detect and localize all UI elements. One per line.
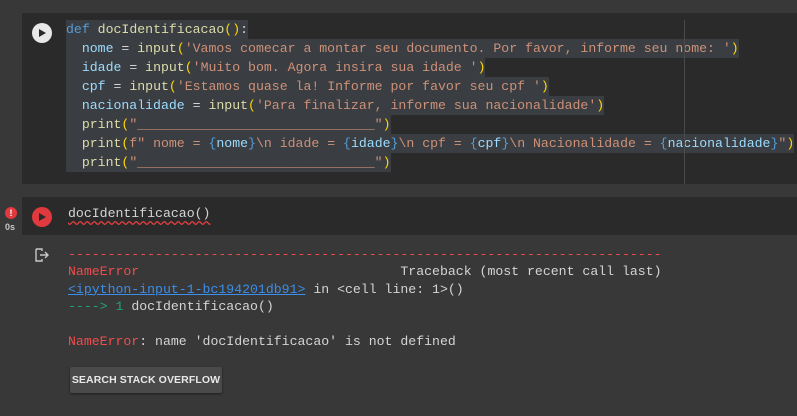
code-editor[interactable]: def docIdentificacao(): nome = input('Va… (66, 20, 797, 184)
code-line: cpf = input('Estamos quase la! Informe p… (66, 77, 549, 96)
line-length-ruler (684, 20, 685, 184)
code-line: nome = input('Vamos comecar a montar seu… (66, 39, 739, 58)
traceback-divider: ----------------------------------------… (68, 247, 662, 262)
run-cell-error-button[interactable] (32, 207, 52, 227)
code-line: nacionalidade = input('Para finalizar, i… (66, 96, 605, 115)
play-icon (39, 213, 46, 221)
traceback-file-link[interactable]: <ipython-input-1-bc194201db91> (68, 282, 305, 297)
code-line: def docIdentificacao(): (66, 20, 249, 39)
traceback-code: docIdentificacao() (123, 299, 274, 315)
error-message-type: NameError (68, 334, 140, 350)
traceback-location: in <cell line: 1>() (305, 281, 464, 297)
cell-output: ----------------------------------------… (68, 246, 662, 350)
error-message: : name 'docIdentificacao' is not defined (139, 334, 456, 350)
error-badge: ! (5, 207, 17, 219)
execution-time: 0s (5, 222, 16, 232)
code-line: idade = input('Muito bom. Agora insira s… (66, 58, 486, 77)
code-line: print("______________________________") (66, 153, 391, 172)
play-icon (39, 29, 46, 37)
traceback-label: Traceback (most recent call last) (400, 264, 662, 280)
code-line: print("______________________________") (66, 115, 391, 134)
output-menu-icon[interactable] (35, 248, 49, 262)
traceback-arrow: ----> 1 (68, 299, 124, 315)
error-type: NameError (68, 264, 140, 280)
run-cell-button[interactable] (32, 23, 52, 43)
code-cell-2[interactable]: docIdentificacao() (22, 197, 797, 235)
cell-code[interactable]: docIdentificacao() (68, 206, 210, 221)
search-stack-overflow-button[interactable]: SEARCH STACK OVERFLOW (70, 367, 222, 393)
